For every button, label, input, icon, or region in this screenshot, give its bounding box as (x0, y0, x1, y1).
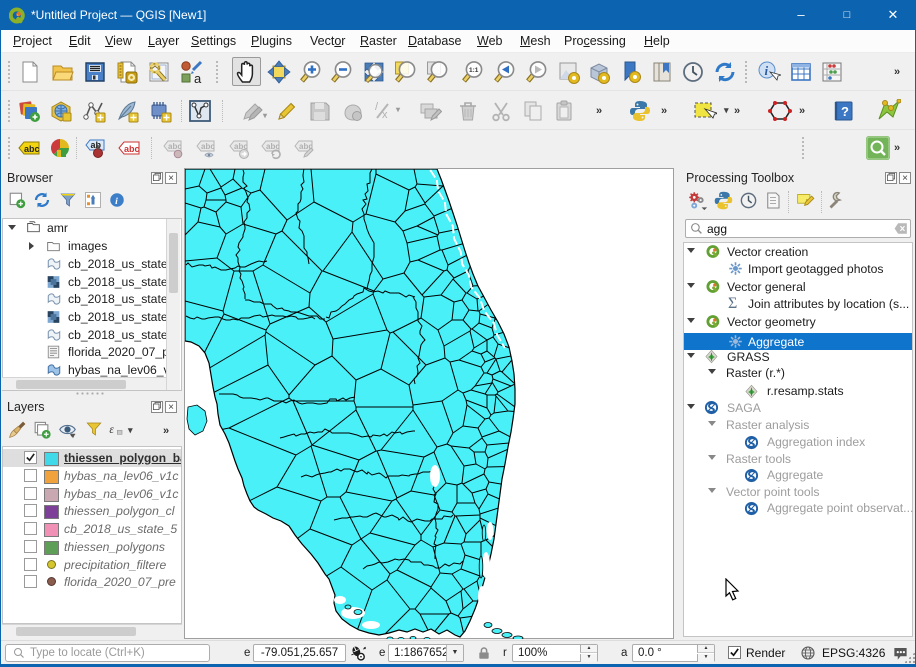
svg-text:ε: ε (109, 424, 114, 436)
svg-text:i: i (115, 196, 118, 207)
